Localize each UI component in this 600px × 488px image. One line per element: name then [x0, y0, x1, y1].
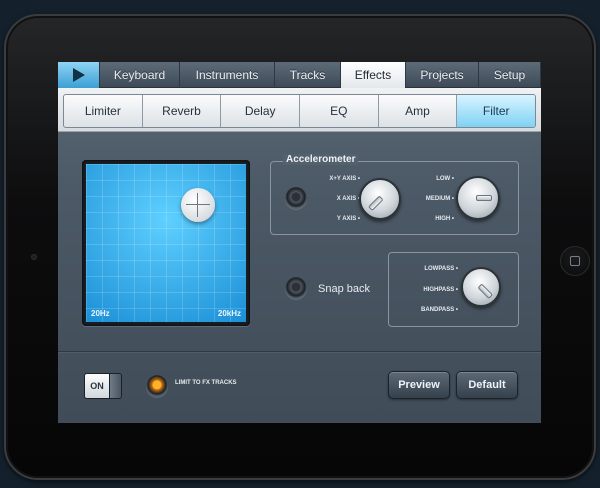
app-screen: Keyboard Instruments Tracks Effects Proj…: [58, 62, 541, 423]
tab-keyboard[interactable]: Keyboard: [100, 62, 180, 88]
axis-knob-pointer: [367, 195, 384, 212]
filter-xy-pad[interactable]: 20Hz 20kHz: [86, 164, 246, 322]
bottom-divider: [58, 351, 541, 352]
xy-pad-puck[interactable]: [181, 188, 215, 222]
sensitivity-knob[interactable]: [456, 176, 500, 220]
tab-projects[interactable]: Projects: [406, 62, 479, 88]
tab-instruments[interactable]: Instruments: [180, 62, 275, 88]
accelerometer-title: Accelerometer: [283, 154, 359, 165]
play-button[interactable]: [58, 62, 100, 88]
subtab-eq[interactable]: EQ: [300, 95, 379, 127]
tab-tracks[interactable]: Tracks: [275, 62, 341, 88]
power-toggle-switch: [109, 374, 121, 398]
default-button[interactable]: Default: [456, 371, 518, 399]
filter-option-lowpass[interactable]: LOWPASS •: [402, 266, 458, 272]
filter-type-knob-pointer: [477, 283, 494, 300]
limit-fx-label: LIMIT TO FX TRACKS: [175, 380, 237, 386]
play-icon: [72, 68, 85, 82]
pad-min-label: 20Hz: [91, 309, 110, 318]
main-tab-bar: Keyboard Instruments Tracks Effects Proj…: [58, 62, 541, 88]
effects-subtab-bar: Limiter Reverb Delay EQ Amp Filter: [58, 88, 541, 132]
tab-setup[interactable]: Setup: [479, 62, 541, 88]
sensitivity-option-low[interactable]: LOW •: [410, 176, 454, 182]
preview-button[interactable]: Preview: [388, 371, 450, 399]
home-button-icon: [570, 256, 580, 266]
snap-back-toggle[interactable]: [285, 277, 307, 299]
home-button[interactable]: [560, 246, 590, 276]
subtab-reverb[interactable]: Reverb: [143, 95, 222, 127]
tab-effects[interactable]: Effects: [341, 62, 406, 88]
front-camera: [31, 254, 37, 260]
sensitivity-knob-pointer: [476, 195, 492, 201]
filter-xy-pad-frame: 20Hz 20kHz: [82, 160, 250, 326]
filter-type-knob[interactable]: [461, 267, 501, 307]
subtab-delay[interactable]: Delay: [221, 95, 301, 127]
limit-fx-toggle[interactable]: [146, 375, 168, 397]
effects-segmented-control: Limiter Reverb Delay EQ Amp Filter: [63, 94, 536, 128]
filter-option-bandpass[interactable]: BANDPASS •: [402, 307, 458, 313]
axis-option-y[interactable]: Y AXIS •: [320, 216, 360, 222]
snap-back-label: Snap back: [318, 283, 370, 295]
axis-option-x[interactable]: X AXIS •: [320, 196, 360, 202]
axis-option-xy[interactable]: X+Y AXIS •: [320, 176, 360, 182]
power-toggle-label: ON: [85, 374, 109, 398]
axis-knob[interactable]: [359, 178, 401, 220]
sensitivity-option-high[interactable]: HIGH •: [410, 216, 454, 222]
sensitivity-option-medium[interactable]: MEDIUM •: [410, 196, 454, 202]
subtab-limiter[interactable]: Limiter: [64, 95, 143, 127]
accelerometer-toggle[interactable]: [285, 187, 307, 209]
subtab-filter[interactable]: Filter: [457, 95, 535, 127]
power-toggle[interactable]: ON: [84, 373, 122, 399]
subtab-amp[interactable]: Amp: [379, 95, 458, 127]
pad-max-label: 20kHz: [217, 309, 241, 318]
filter-option-highpass[interactable]: HIGHPASS •: [402, 287, 458, 293]
